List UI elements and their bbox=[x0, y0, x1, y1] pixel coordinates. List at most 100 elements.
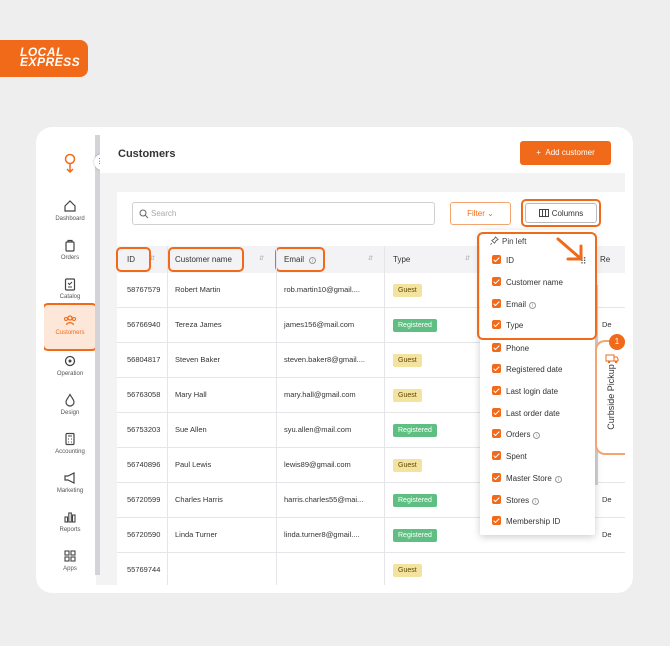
checkbox-checked[interactable] bbox=[492, 473, 501, 482]
add-customer-button[interactable]: + Add customer bbox=[520, 141, 611, 165]
columns-button-highlight: Columns bbox=[521, 199, 601, 227]
cell-name: Tereza James bbox=[175, 320, 222, 329]
sort-icon[interactable]: ⇵ bbox=[465, 246, 470, 273]
column-option-label: Orders bbox=[506, 430, 531, 439]
id-header-highlight bbox=[116, 247, 151, 272]
sidebar-scrollbar[interactable] bbox=[95, 135, 100, 575]
catalog-icon bbox=[64, 278, 76, 291]
cell-id: 56753203 bbox=[127, 425, 161, 434]
sidebar-item-label: Customers bbox=[55, 330, 85, 336]
type-badge: Registered bbox=[393, 424, 437, 437]
sidebar-item-reports[interactable]: Reports bbox=[44, 510, 96, 546]
cell-email: lewis89@gmail.com bbox=[284, 460, 351, 469]
column-header-type[interactable]: Type ⇵ bbox=[393, 246, 470, 273]
curbside-pickup-tab[interactable]: Curbside Pickup bbox=[595, 340, 625, 455]
type-badge: Guest bbox=[393, 459, 422, 472]
cell-id: 55769744 bbox=[127, 565, 161, 574]
curbside-pickup-label: Curbside Pickup bbox=[606, 364, 616, 430]
info-icon: i bbox=[533, 432, 541, 439]
checkbox-checked[interactable] bbox=[492, 408, 501, 417]
column-option-phone[interactable]: Phone bbox=[492, 343, 529, 355]
checkbox-checked[interactable] bbox=[492, 516, 501, 525]
search-placeholder: Search bbox=[151, 209, 177, 218]
sidebar-item-label: Orders bbox=[60, 255, 80, 261]
type-badge: Guest bbox=[393, 354, 422, 367]
filter-button[interactable]: Filter ⌄ bbox=[450, 202, 511, 225]
plus-icon: + bbox=[536, 148, 541, 157]
columns-label: Columns bbox=[551, 209, 584, 218]
cell-name: Steven Baker bbox=[175, 355, 221, 364]
cell-name: Robert Martin bbox=[175, 285, 221, 294]
sidebar-item-marketing[interactable]: Marketing bbox=[44, 471, 96, 507]
curbside-count-badge: 1 bbox=[609, 334, 625, 350]
home-icon bbox=[64, 200, 76, 212]
column-option-last-login-date[interactable]: Last login date bbox=[492, 386, 558, 398]
info-icon: i bbox=[532, 498, 540, 505]
column-option-stores[interactable]: Stores i bbox=[492, 495, 540, 507]
column-option-master-store[interactable]: Master Store i bbox=[492, 473, 562, 485]
checkbox-checked[interactable] bbox=[492, 429, 501, 438]
users-icon bbox=[64, 315, 76, 326]
cell-extra: De bbox=[602, 495, 612, 504]
columns-button[interactable]: Columns bbox=[525, 203, 597, 223]
operation-icon bbox=[64, 355, 76, 367]
columns-icon bbox=[538, 209, 549, 217]
column-option-registered-date[interactable]: Registered date bbox=[492, 364, 562, 376]
checkbox-checked[interactable] bbox=[492, 343, 501, 352]
cell-email: rob.martin10@gmail.... bbox=[284, 285, 360, 294]
sidebar-item-customers[interactable]: Customers bbox=[44, 303, 98, 351]
sidebar-item-label: Accounting bbox=[55, 449, 85, 455]
customer-name-header-highlight bbox=[168, 247, 244, 272]
column-option-last-order-date[interactable]: Last order date bbox=[492, 408, 560, 420]
email-header-highlight bbox=[275, 247, 325, 272]
search-input[interactable]: Search bbox=[132, 202, 435, 225]
cell-id: 56804817 bbox=[127, 355, 161, 364]
local-express-logo: LOCAL EXPRESS bbox=[0, 40, 88, 77]
checkbox-checked[interactable] bbox=[492, 451, 501, 460]
logo-line2: EXPRESS bbox=[20, 55, 81, 69]
sidebar-item-operation[interactable]: Operation bbox=[44, 354, 96, 390]
column-option-label: Last login date bbox=[506, 387, 559, 396]
cell-name: Sue Allen bbox=[175, 425, 207, 434]
cell-email: steven.baker8@gmail.... bbox=[284, 355, 365, 364]
table-row[interactable]: 55769744 Guest bbox=[117, 553, 625, 585]
add-customer-label: Add customer bbox=[545, 148, 595, 157]
sidebar-item-label: Catalog bbox=[59, 294, 81, 300]
cell-name: Linda Turner bbox=[175, 530, 218, 539]
sidebar-item-label: Reports bbox=[59, 527, 81, 533]
pointer-arrow-icon bbox=[556, 237, 583, 261]
column-option-label: Master Store bbox=[506, 474, 552, 483]
sidebar: Dashboard Orders Catalog Customers Opera… bbox=[44, 135, 98, 585]
cell-email: syu.allen@mail.com bbox=[284, 425, 352, 434]
cell-id: 56720599 bbox=[127, 495, 161, 504]
drop-icon bbox=[65, 393, 75, 407]
column-option-label: Registered date bbox=[506, 365, 563, 374]
bag-icon bbox=[65, 239, 75, 252]
chevron-down-icon: ⌄ bbox=[487, 209, 494, 218]
sort-icon[interactable]: ⇵ bbox=[368, 246, 373, 273]
page-title: Customers bbox=[118, 148, 176, 160]
column-option-spent[interactable]: Spent bbox=[492, 451, 527, 463]
bar-chart-icon bbox=[64, 512, 76, 523]
sidebar-item-design[interactable]: Design bbox=[44, 393, 96, 429]
column-option-orders[interactable]: Orders i bbox=[492, 429, 541, 441]
info-icon: i bbox=[554, 476, 562, 483]
sidebar-item-accounting[interactable]: Accounting bbox=[44, 432, 96, 468]
checkbox-checked[interactable] bbox=[492, 386, 501, 395]
checkbox-checked[interactable] bbox=[492, 364, 501, 373]
type-badge: Registered bbox=[393, 319, 437, 332]
type-badge: Guest bbox=[393, 564, 422, 577]
column-header-registered[interactable]: Re bbox=[600, 246, 610, 273]
column-option-membership-id[interactable]: Membership ID bbox=[492, 516, 560, 528]
brand-pin-icon bbox=[64, 153, 76, 173]
sidebar-item-apps[interactable]: Apps bbox=[44, 549, 96, 585]
cell-email: james156@mail.com bbox=[284, 320, 355, 329]
checkbox-checked[interactable] bbox=[492, 495, 501, 504]
cell-email: harris.charles55@mai... bbox=[284, 495, 364, 504]
sidebar-item-label: Dashboard bbox=[55, 216, 85, 222]
sidebar-item-orders[interactable]: Orders bbox=[44, 238, 96, 274]
type-badge: Guest bbox=[393, 284, 422, 297]
sidebar-item-dashboard[interactable]: Dashboard bbox=[44, 199, 96, 235]
column-option-label: Stores bbox=[506, 496, 530, 505]
sort-icon[interactable]: ⇵ bbox=[259, 246, 264, 273]
